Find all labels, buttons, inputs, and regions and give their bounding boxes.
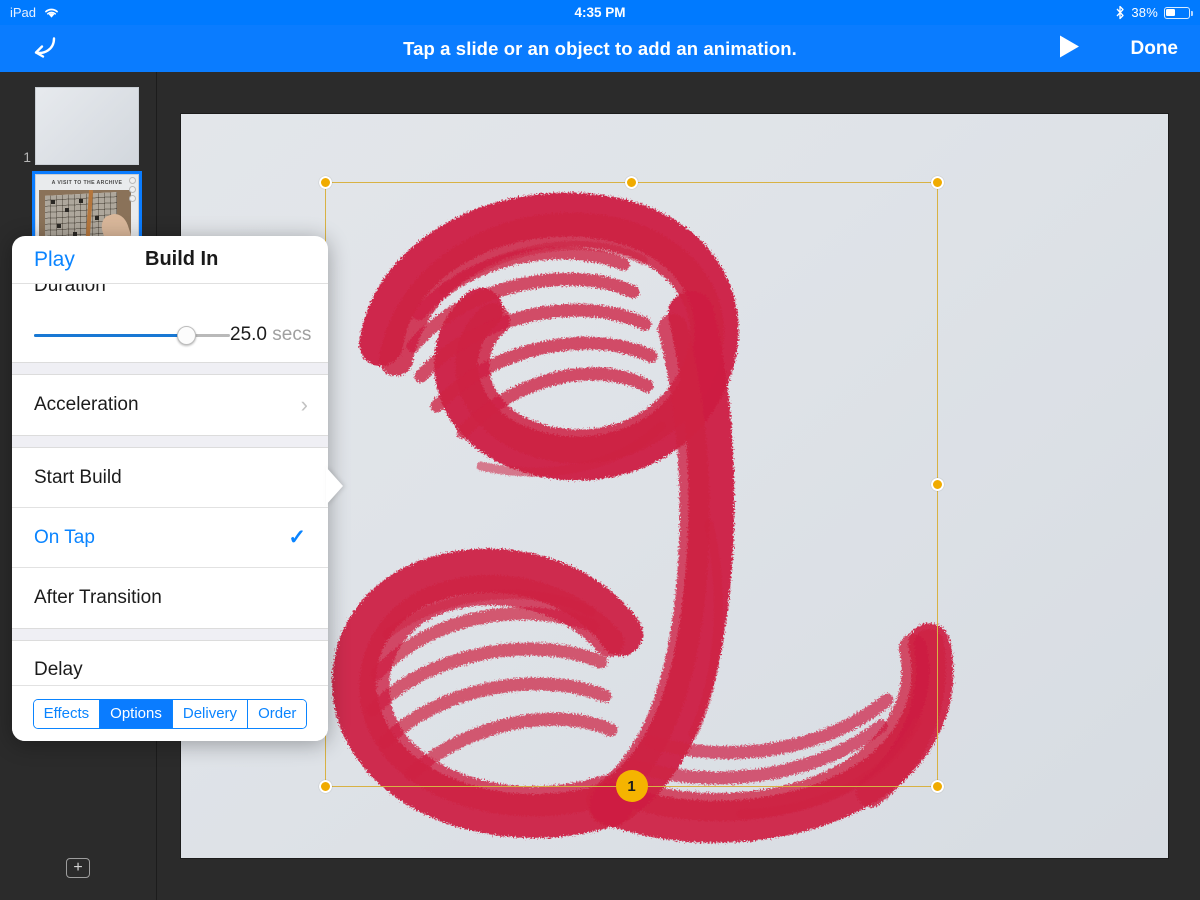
delay-header: Delay [12,641,328,685]
popover-arrow [326,467,343,505]
section-divider-2 [12,435,328,448]
tab-order[interactable]: Order [248,699,307,728]
start-build-label: Start Build [34,466,122,488]
duration-label: Duration [34,284,106,296]
plus-icon: + [73,859,83,876]
toolbar-title: Tap a slide or an object to add an anima… [403,37,797,59]
slide-2-title-text: A VISIT TO THE ARCHIVE [51,180,123,186]
on-tap-label: On Tap [34,526,95,548]
play-icon [1060,35,1079,57]
slide-1-thumb-image [35,87,139,165]
popover-play-button[interactable]: Play [34,248,75,272]
acceleration-group: Acceleration › [12,375,328,435]
duration-unit: secs [272,324,312,345]
play-button[interactable] [1056,32,1082,65]
duration-slider-thumb[interactable] [177,325,197,345]
status-bar: iPad 4:35 PM 38% [0,0,1200,25]
start-build-option-after-transition[interactable]: After Transition [12,568,328,628]
duration-value: 25.0 secs [230,324,311,346]
clock-label: 4:35 PM [574,5,626,20]
battery-icon [1164,6,1193,19]
popover-header: Play Build In [12,236,328,284]
section-divider-1 [12,362,328,375]
animation-toolbar: Tap a slide or an object to add an anima… [0,25,1200,72]
keynote-animation-editor: iPad 4:35 PM 38% Tap a slide or an objec… [0,0,1200,900]
popover-tab-bar: Effects Options Delivery Order [12,685,328,741]
segmented-control[interactable]: Effects Options Delivery Order [32,698,308,729]
acceleration-row[interactable]: Acceleration › [12,375,328,435]
slide-2-build-indicators [129,177,136,202]
acceleration-label: Acceleration [34,394,139,415]
start-build-header: Start Build [12,448,328,508]
start-build-group: Start Build On Tap ✓ After Transition [12,448,328,628]
duration-group: Duration 25.0 secs [12,284,328,362]
duration-slider-row[interactable]: 25.0 secs [12,308,328,362]
slide-thumbnail-1[interactable]: 1 [23,87,139,165]
done-button[interactable]: Done [1131,38,1179,60]
delay-label: Delay [34,659,83,680]
battery-percent-label: 38% [1131,5,1158,20]
add-slide-button[interactable]: + [66,858,90,878]
build-in-options-popover: Play Build In Duration 25.0 secs Acceler… [12,236,328,741]
after-transition-label: After Transition [34,587,162,608]
status-bar-right: 38% [1115,5,1193,20]
duration-number: 25.0 [230,324,267,345]
delay-group: Delay 0.00 sec [12,641,328,685]
tab-options[interactable]: Options [100,699,173,728]
section-divider-3 [12,628,328,641]
popover-body: Duration 25.0 secs Acceleration › Start … [12,284,328,685]
checkmark-icon: ✓ [288,526,306,549]
bluetooth-icon [1116,5,1125,20]
slide-1-number: 1 [23,149,31,165]
tab-delivery[interactable]: Delivery [172,699,249,728]
tab-effects[interactable]: Effects [33,699,101,728]
start-build-option-on-tap[interactable]: On Tap ✓ [12,508,328,568]
popover-title: Build In [145,248,219,270]
duration-slider[interactable] [34,325,230,345]
chevron-right-icon: › [300,392,308,417]
